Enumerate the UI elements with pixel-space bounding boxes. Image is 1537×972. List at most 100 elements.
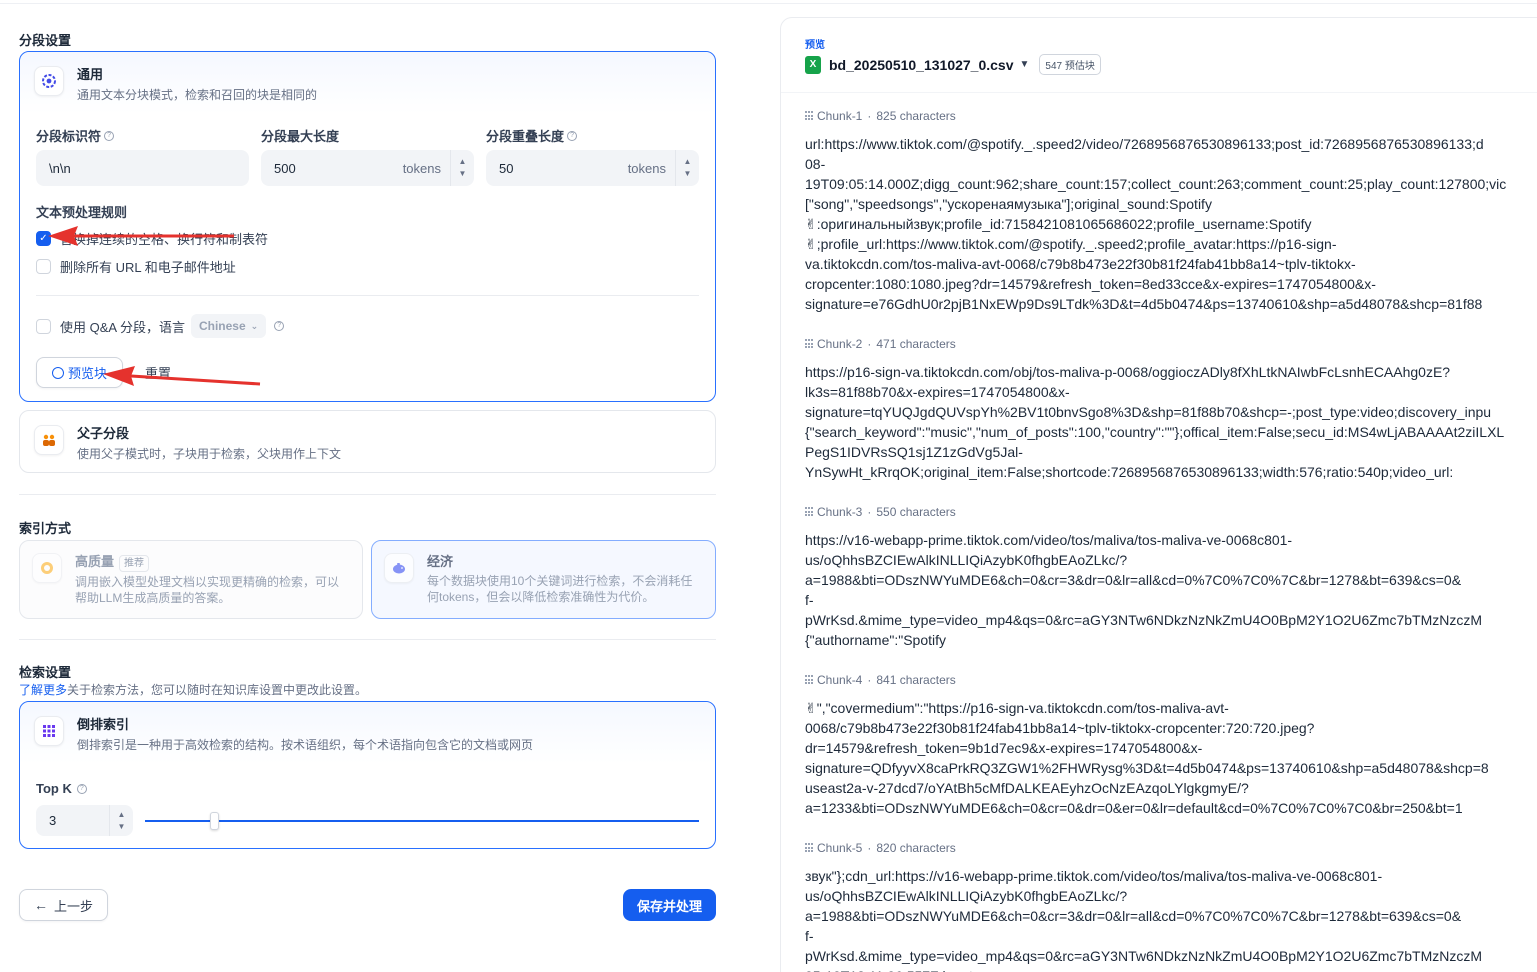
preprocess-rules-title: 文本预处理规则 bbox=[36, 205, 128, 220]
high-quality-icon bbox=[32, 553, 62, 583]
chunk-header: Chunk-4 · 841 characters bbox=[805, 672, 1537, 688]
index-high-quality-card[interactable]: 高质量 推荐 调用嵌入模型处理文档以实现更精确的检索，可以帮助LLM生成高质量的答… bbox=[19, 540, 363, 619]
chunk-item: Chunk-2 · 471 characters https://p16-sign… bbox=[805, 336, 1537, 482]
max-length-stepper[interactable]: ▲ ▼ bbox=[450, 150, 474, 186]
chevron-down-icon: ⌄ bbox=[250, 320, 259, 331]
topk-input[interactable]: 3 ▲ ▼ bbox=[36, 805, 133, 836]
topk-label: Top K? bbox=[36, 781, 87, 796]
help-icon: ? bbox=[76, 783, 87, 794]
inverted-index-icon bbox=[34, 716, 64, 746]
max-length-input[interactable]: 500 tokens ▲ ▼ bbox=[261, 150, 474, 186]
rule-whitespace[interactable]: ✓ 替换掉连续的空格、换行符和制表符 bbox=[36, 229, 268, 248]
economy-title: 经济 bbox=[427, 554, 454, 569]
qa-segment-option[interactable]: 使用 Q&A 分段，语言 Chinese ⌄ ? bbox=[36, 314, 285, 338]
save-and-process-button[interactable]: 保存并处理 bbox=[623, 889, 716, 921]
separator-dot: · bbox=[867, 337, 872, 351]
back-button[interactable]: ← 上一步 bbox=[19, 889, 108, 921]
chunk-char-count: 841 characters bbox=[876, 673, 956, 687]
general-gear-icon bbox=[34, 66, 64, 96]
preview-label: 预览 bbox=[805, 40, 825, 51]
chunk-char-count: 550 characters bbox=[876, 505, 956, 519]
topk-slider-thumb[interactable] bbox=[210, 812, 220, 830]
qa-language-select[interactable]: Chinese ⌄ bbox=[190, 314, 267, 338]
qa-segment-checkbox[interactable] bbox=[36, 318, 51, 334]
high-quality-title: 高质量 推荐 bbox=[75, 553, 345, 572]
overlap-stepper[interactable]: ▲ ▼ bbox=[675, 150, 699, 186]
chunk-char-count: 825 characters bbox=[876, 109, 956, 123]
parent-child-icon bbox=[34, 425, 64, 455]
excel-file-icon: X bbox=[805, 55, 821, 74]
chunk-header: Chunk-3 · 550 characters bbox=[805, 504, 1537, 520]
chunk-title: Chunk-4 bbox=[817, 673, 863, 687]
delimiter-input[interactable]: \n\n bbox=[36, 150, 249, 186]
index-mode-title: 索引方式 bbox=[19, 521, 72, 536]
separator-dot: · bbox=[867, 505, 872, 519]
reset-button[interactable]: 重置 bbox=[134, 357, 182, 388]
chunk-title: Chunk-5 bbox=[817, 841, 863, 855]
segment-settings-title: 分段设置 bbox=[19, 33, 72, 48]
search-icon bbox=[51, 366, 64, 379]
max-length-unit: tokens bbox=[402, 160, 441, 176]
retrieval-settings-title: 检索设置 bbox=[19, 665, 72, 680]
overlap-label: 分段重叠长度? bbox=[486, 126, 578, 145]
high-quality-desc: 调用嵌入模型处理文档以实现更精确的检索，可以帮助LLM生成高质量的答案。 bbox=[75, 575, 340, 605]
delimiter-label: 分段标识符? bbox=[36, 126, 115, 145]
preview-panel: 预览 X bd_20250510_131027_0.csv ▼ 547 预估块 … bbox=[780, 17, 1537, 972]
parent-child-mode-card[interactable]: 父子分段 使用父子模式时，子块用于检索，父块用作上下文 bbox=[19, 410, 716, 473]
chunk-content: https://p16-sign-va.tiktokcdn.com/obj/to… bbox=[805, 364, 1505, 480]
topk-slider-track[interactable] bbox=[145, 820, 699, 822]
grip-icon bbox=[805, 675, 815, 685]
file-name: bd_20250510_131027_0.csv bbox=[829, 56, 1014, 73]
grip-icon bbox=[805, 111, 815, 121]
estimated-chunks-badge: 547 预估块 bbox=[1039, 54, 1101, 75]
chunk-item: Chunk-3 · 550 characters https://v16-weba… bbox=[805, 504, 1537, 650]
section-divider bbox=[19, 639, 716, 640]
chunk-content: https://v16-webapp-prime.tiktok.com/vide… bbox=[805, 532, 1483, 648]
grip-icon bbox=[805, 339, 815, 349]
general-mode-header[interactable]: 通用 通用文本分块模式，检索和召回的块是相同的 bbox=[20, 52, 715, 114]
inverted-index-desc: 倒排索引是一种用于高效检索的结构。按术语组织，每个术语指向包含它的文档或网页 bbox=[77, 738, 534, 752]
overlap-unit: tokens bbox=[627, 160, 666, 176]
chunk-header: Chunk-1 · 825 characters bbox=[805, 108, 1537, 124]
topk-stepper[interactable]: ▲ ▼ bbox=[109, 805, 133, 836]
chunk-content: url:https://www.tiktok.com/@spotify._.sp… bbox=[805, 136, 1507, 312]
chunk-content: звук"};cdn_url:https://v16-webapp-prime.… bbox=[805, 868, 1483, 972]
chunk-title: Chunk-2 bbox=[817, 337, 863, 351]
rule-remove-urls-checkbox[interactable] bbox=[36, 259, 51, 274]
chunk-title: Chunk-3 bbox=[817, 505, 863, 519]
section-divider bbox=[19, 494, 716, 495]
qa-segment-label: 使用 Q&A 分段，语言 bbox=[60, 319, 185, 335]
separator-dot: · bbox=[867, 673, 872, 687]
chunk-char-count: 471 characters bbox=[876, 337, 956, 351]
learn-more-link[interactable]: 了解更多 bbox=[19, 683, 67, 697]
general-mode-title: 通用 bbox=[77, 67, 104, 82]
economy-desc: 每个数据块使用10个关键词进行检索，不会消耗任何tokens，但会以降低检索准确… bbox=[427, 574, 693, 604]
chunk-item: Chunk-5 · 820 characters звук"};cdn_url:h… bbox=[805, 840, 1537, 972]
rule-whitespace-label: 替换掉连续的空格、换行符和制表符 bbox=[60, 232, 269, 247]
chunk-header: Chunk-5 · 820 characters bbox=[805, 840, 1537, 856]
chunk-title: Chunk-1 bbox=[817, 109, 863, 123]
file-selector[interactable]: X bd_20250510_131027_0.csv ▼ 547 预估块 bbox=[805, 54, 1101, 75]
chunk-header: Chunk-2 · 471 characters bbox=[805, 336, 1537, 352]
preview-divider bbox=[781, 92, 1537, 93]
inverted-index-title: 倒排索引 bbox=[77, 717, 130, 732]
chunk-char-count: 820 characters bbox=[876, 841, 956, 855]
help-icon: ? bbox=[274, 321, 285, 331]
retrieval-hint-text: 关于检索方法，您可以随时在知识库设置中更改此设置。 bbox=[67, 683, 368, 697]
help-icon: ? bbox=[104, 130, 115, 141]
general-mode-card[interactable]: 通用 通用文本分块模式，检索和召回的块是相同的 分段标识符? \n\n 分段最大… bbox=[19, 51, 716, 402]
parent-child-title: 父子分段 bbox=[77, 426, 130, 441]
preview-chunks-button[interactable]: 预览块 bbox=[36, 357, 123, 388]
arrow-left-icon: ← bbox=[33, 897, 48, 913]
piggy-bank-icon bbox=[384, 553, 414, 583]
rule-whitespace-checkbox[interactable]: ✓ bbox=[36, 231, 51, 246]
retrieval-hint: 了解更多关于检索方法，您可以随时在知识库设置中更改此设置。 bbox=[19, 681, 367, 698]
overlap-input[interactable]: 50 tokens ▲ ▼ bbox=[486, 150, 699, 186]
inverted-index-card[interactable]: 倒排索引 倒排索引是一种用于高效检索的结构。按术语组织，每个术语指向包含它的文档… bbox=[19, 701, 716, 849]
rule-remove-urls-label: 删除所有 URL 和电子邮件地址 bbox=[60, 260, 236, 275]
index-economy-card[interactable]: 经济 每个数据块使用10个关键词进行检索，不会消耗任何tokens，但会以降低检… bbox=[371, 540, 716, 619]
rule-remove-urls[interactable]: 删除所有 URL 和电子邮件地址 bbox=[36, 257, 236, 276]
separator-dot: · bbox=[867, 109, 872, 123]
max-length-label: 分段最大长度 bbox=[261, 129, 340, 144]
chunk-item: Chunk-4 · 841 characters ✌","covermedium"… bbox=[805, 672, 1537, 818]
